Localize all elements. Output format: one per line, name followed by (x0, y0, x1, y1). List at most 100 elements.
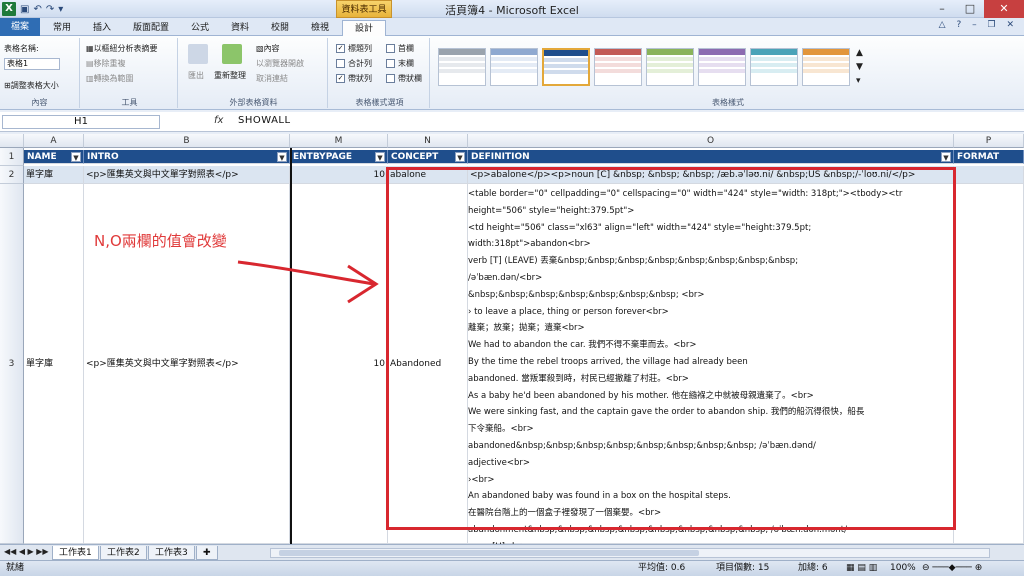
filter-dropdown-icon[interactable]: ▼ (277, 152, 287, 162)
tab-insert[interactable]: 插入 (84, 20, 120, 36)
sheet-nav-icon[interactable]: ◀◀ ◀ ▶ ▶▶ (4, 547, 49, 556)
row-header-1[interactable]: 1 (0, 148, 24, 166)
minimize-button[interactable]: – (928, 0, 956, 18)
insert-function-icon[interactable]: fx (214, 115, 223, 126)
column-header-n[interactable]: N (388, 134, 468, 148)
tab-page-layout[interactable]: 版面配置 (124, 20, 178, 36)
row-header-2[interactable]: 2 (0, 166, 24, 184)
table-style-swatch[interactable] (594, 48, 642, 86)
sheet-tab-2[interactable]: 工作表2 (100, 546, 147, 560)
zoom-level[interactable]: 100% (890, 561, 916, 576)
sheet-tab-3[interactable]: 工作表3 (148, 546, 195, 560)
filter-dropdown-icon[interactable]: ▼ (71, 152, 81, 162)
column-header-m[interactable]: M (290, 134, 388, 148)
cell-page-row3[interactable]: 10 (290, 184, 388, 544)
table-style-swatch[interactable] (750, 48, 798, 86)
table-header-entbypage[interactable]: ENTBYPAGE ▼ (290, 150, 388, 164)
remove-duplicates-button[interactable]: ▤移除重複 (86, 58, 126, 69)
export-icon (188, 44, 208, 64)
annotation-arrow-icon (237, 260, 379, 304)
open-in-browser-button[interactable]: 以瀏覽器開啟 (256, 58, 304, 69)
group-table-styles: ▲ ▼ ▾ 表格樣式 (432, 38, 1024, 108)
table-style-swatch[interactable] (490, 48, 538, 86)
column-header-o[interactable]: O (468, 134, 954, 148)
doc-restore-icon[interactable]: ❐ (988, 20, 1000, 30)
cell-page-row2[interactable]: 10 (290, 166, 388, 184)
doc-minimize-icon[interactable]: – (972, 20, 981, 30)
banded-columns-label: 帶狀欄 (398, 74, 422, 83)
table-style-swatch[interactable] (802, 48, 850, 86)
tab-file[interactable]: 檔案 (0, 18, 40, 36)
tab-formulas[interactable]: 公式 (182, 20, 218, 36)
title-bar: X ▣ ↶ ↷ ▾ 資料表工具 活頁簿4 - Microsoft Excel –… (0, 0, 1024, 18)
last-column-label: 末欄 (398, 59, 414, 68)
styles-more-icon[interactable]: ▾ (856, 76, 861, 86)
close-button[interactable]: ✕ (984, 0, 1024, 18)
tab-home[interactable]: 常用 (44, 20, 80, 36)
select-all-corner[interactable] (0, 134, 24, 148)
banded-rows-label: 帶狀列 (348, 74, 372, 83)
unlink-button[interactable]: 取消連結 (256, 73, 288, 84)
total-row-label: 合計列 (348, 59, 372, 68)
doc-close-icon[interactable]: ✕ (1006, 20, 1018, 30)
cell-name-row3[interactable]: 單字庫 (24, 184, 84, 544)
view-buttons[interactable]: ▦ ▤ ▥ (846, 561, 877, 576)
first-column-checkbox[interactable] (386, 44, 395, 53)
table-style-swatch[interactable] (646, 48, 694, 86)
name-box[interactable]: H1 (2, 115, 160, 129)
zoom-slider[interactable]: ⊖ ───◆─── ⊕ (922, 561, 982, 576)
sheet-tab-1[interactable]: 工作表1 (52, 546, 99, 560)
table-style-swatch[interactable] (438, 48, 486, 86)
ribbon-tabs: 檔案 常用 插入 版面配置 公式 資料 校閱 檢視 設計 △ ? – ❐ ✕ (0, 18, 1024, 36)
filter-dropdown-icon[interactable]: ▼ (375, 152, 385, 162)
column-header-p[interactable]: P (954, 134, 1024, 148)
table-header-definition[interactable]: DEFINITION ▼ (468, 150, 954, 164)
table-header-intro[interactable]: INTRO ▼ (84, 150, 290, 164)
frozen-pane-divider (290, 148, 292, 544)
table-header-concept[interactable]: CONCEPT ▼ (388, 150, 468, 164)
styles-scroll-down-icon[interactable]: ▼ (856, 62, 863, 72)
column-header-b[interactable]: B (84, 134, 290, 148)
refresh-button[interactable]: 重新整理 (214, 70, 246, 81)
banded-rows-checkbox[interactable]: ✓ (336, 74, 345, 83)
tab-view[interactable]: 檢視 (302, 20, 338, 36)
help-icon[interactable]: ? (956, 20, 965, 30)
cell-format-row2[interactable] (954, 166, 1024, 184)
summarize-pivot-button[interactable]: ▦以樞紐分析表摘要 (86, 43, 158, 54)
tab-design[interactable]: 設計 (342, 20, 386, 36)
insert-sheet-icon[interactable]: ✚ (196, 546, 218, 560)
table-name-label: 表格名稱: (4, 44, 39, 53)
convert-to-range-button[interactable]: ▥轉換為範圍 (86, 73, 134, 84)
scrollbar-thumb[interactable] (279, 550, 699, 556)
group-label: 工具 (121, 98, 138, 107)
cell-format-row3[interactable] (954, 184, 1024, 544)
table-name-input[interactable]: 表格1 (4, 58, 60, 70)
styles-scroll-up-icon[interactable]: ▲ (856, 48, 863, 58)
maximize-button[interactable]: □ (956, 0, 984, 18)
row-header-3[interactable]: 3 (0, 184, 24, 544)
column-header-a[interactable]: A (24, 134, 84, 148)
export-button[interactable]: 匯出 (188, 70, 204, 81)
group-properties: 表格名稱: 表格1 ⊞調整表格大小 內容 (0, 38, 80, 108)
cell-intro-row2[interactable]: <p>匯集英文與中文單字對照表</p> (84, 166, 290, 184)
group-tools: ▦以樞紐分析表摘要 ▤移除重複 ▥轉換為範圍 工具 (82, 38, 178, 108)
resize-table-button[interactable]: ⊞調整表格大小 (4, 80, 59, 91)
external-properties-button[interactable]: ▧內容 (256, 43, 280, 54)
cell-name-row2[interactable]: 單字庫 (24, 166, 84, 184)
table-header-name[interactable]: NAME ▼ (24, 150, 84, 164)
header-row-checkbox[interactable]: ✓ (336, 44, 345, 53)
tab-data[interactable]: 資料 (222, 20, 258, 36)
last-column-checkbox[interactable] (386, 59, 395, 68)
table-header-format[interactable]: FORMAT (954, 150, 1024, 164)
filter-dropdown-icon[interactable]: ▼ (941, 152, 951, 162)
banded-columns-checkbox[interactable] (386, 74, 395, 83)
highlight-box (386, 167, 956, 530)
table-style-swatch-selected[interactable] (542, 48, 590, 86)
filter-dropdown-icon[interactable]: ▼ (455, 152, 465, 162)
horizontal-scrollbar[interactable] (270, 548, 990, 558)
tab-review[interactable]: 校閱 (262, 20, 298, 36)
formula-input[interactable]: SHOWALL (238, 115, 291, 126)
total-row-checkbox[interactable] (336, 59, 345, 68)
table-style-swatch[interactable] (698, 48, 746, 86)
collapse-ribbon-icon[interactable]: △ (939, 20, 950, 30)
